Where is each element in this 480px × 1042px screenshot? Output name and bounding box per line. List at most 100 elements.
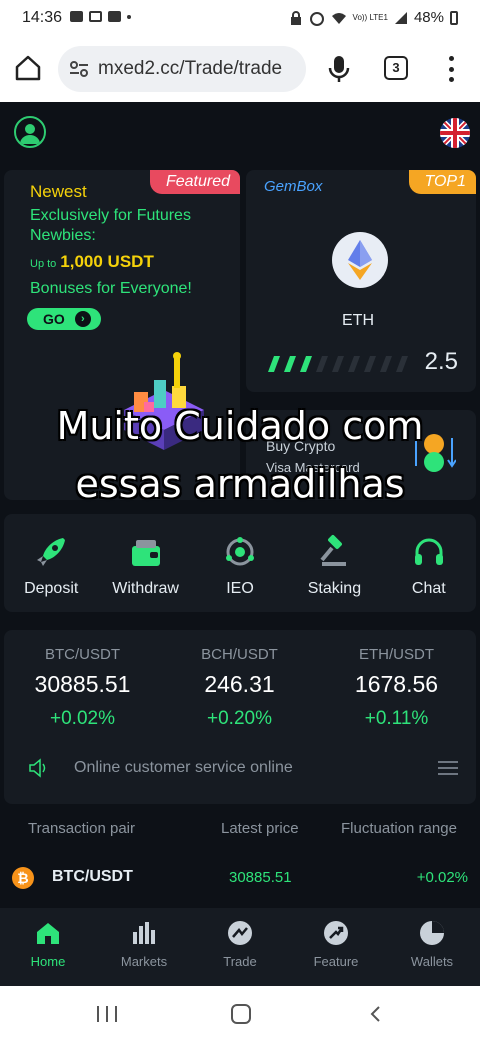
action-withdraw[interactable]: Withdraw [98,514,192,612]
col-transaction-pair: Transaction pair [28,820,135,837]
promo-newest: Newest [30,182,87,201]
featured-badge: Featured [149,170,240,194]
col-fluctuation-range: Fluctuation range [341,820,457,837]
promo-bonuses: Bonuses for Everyone! [30,280,192,297]
markets-icon [133,922,155,944]
hammer-icon [320,535,347,566]
system-icons: Vo)) LTE1 48% [289,9,458,26]
exchange-app: Featured Newest Exclusively for Futures … [0,102,480,986]
tab-wallets[interactable]: Wallets [384,908,480,986]
scan-icon [89,11,102,22]
ticker-change: +0.20% [207,708,272,729]
user-avatar-icon[interactable] [14,116,46,148]
tab-label: Wallets [410,954,454,969]
youtube-icon [70,11,83,22]
home-icon [37,923,59,944]
ticker-change: +0.11% [364,708,429,729]
alarm-icon [309,11,324,26]
promo-amount: 1,000 USDT [60,252,154,271]
feature-icon [324,921,348,945]
recent-apps-icon[interactable] [97,1006,117,1022]
tab-home[interactable]: Home [0,908,96,986]
gembox-progress-bar [268,356,408,372]
bottom-tab-bar: Home Markets Trade Feature Wallets [0,908,480,986]
browser-menu-button[interactable] [444,56,458,82]
more-notifications-icon [127,14,131,19]
gembox-coin: ETH [342,312,374,329]
url-text[interactable]: mxed2.cc/Trade/trade [98,58,282,80]
ticker-pair: BTC/USDT [45,646,120,663]
gembox-card[interactable]: GemBox TOP1 ETH 2.5 [246,170,476,392]
quick-actions: Deposit Withdraw IEO Staking Chat [4,514,476,612]
ticker-panel: BTC/USDT 30885.51 +0.02% BCH/USDT 246.31… [4,630,476,804]
wifi-icon [331,12,346,24]
trade-icon [228,921,252,945]
network-label: Vo)) LTE1 [352,12,388,22]
wallet-icon [131,540,160,566]
microphone-icon[interactable] [326,54,352,84]
ticker-pair: ETH/USDT [359,646,434,663]
promo-amount-line: Up to 1,000 USDT [30,252,154,272]
home-button-icon[interactable] [231,1004,251,1024]
action-label: Chat [411,580,446,597]
action-ieo[interactable]: IEO [193,514,287,612]
ticker-change: +0.02% [50,708,115,729]
action-staking[interactable]: Staking [287,514,381,612]
action-label: Deposit [24,580,79,597]
row-change: +0.02% [416,869,468,886]
arrow-right-icon: › [74,311,91,327]
service-notice[interactable]: Online customer service online [28,756,458,780]
service-notice-text: Online customer service online [74,759,293,776]
ticker-price: 246.31 [204,671,275,697]
browser-home-icon[interactable] [14,54,42,82]
row-pair: BTC/USDT [52,868,133,885]
headset-icon [414,538,443,565]
ticker-price: 30885.51 [34,671,131,697]
language-flag-icon[interactable] [440,118,470,148]
battery-percent: 48% [413,9,444,26]
status-bar: 14:36 Vo)) LTE1 48% [0,0,480,36]
tab-label: Home [30,954,66,969]
address-bar[interactable]: mxed2.cc/Trade/trade [58,46,306,92]
overlay-caption-line2: essas armadilhas [75,462,405,506]
eth-coin-icon [332,232,388,288]
tab-label: Feature [313,954,359,969]
row-price: 30885.51 [229,869,292,886]
folder-icon [108,11,121,22]
ticker-eth[interactable]: ETH/USDT 1678.56 +0.11% [318,630,475,730]
ticker-btc[interactable]: BTC/USDT 30885.51 +0.02% [4,630,161,730]
bitcoin-icon: ₿ [12,867,34,889]
tab-switcher-button[interactable]: 3 [384,56,408,80]
promo-up-to: Up to [30,258,57,270]
go-label: GO [43,311,65,327]
tab-feature[interactable]: Feature [288,908,384,986]
tab-markets[interactable]: Markets [96,908,192,986]
promo-exclusive: Exclusively for Futures Newbies: [30,207,191,244]
back-icon[interactable] [366,1004,386,1024]
tab-trade[interactable]: Trade [192,908,288,986]
browser-toolbar: mxed2.cc/Trade/trade 3 [0,36,480,102]
col-latest-price: Latest price [221,820,299,837]
speaker-icon [29,758,46,778]
go-button[interactable]: GO › [27,308,101,330]
market-table-header: Transaction pair Latest price Fluctuatio… [0,820,480,840]
action-label: Withdraw [112,580,179,597]
list-menu-icon[interactable] [438,761,458,775]
site-settings-icon[interactable] [68,58,90,80]
action-label: Staking [307,580,362,597]
rocket-icon [37,538,66,566]
gembox-value: 2.5 [424,348,458,375]
table-row[interactable]: ₿ BTC/USDT 30885.51 +0.02% [0,866,480,890]
action-chat[interactable]: Chat [382,514,476,612]
action-deposit[interactable]: Deposit [4,514,98,612]
wallets-icon [420,921,444,945]
ticker-pair: BCH/USDT [201,646,278,663]
top1-badge: TOP1 [408,170,476,194]
action-label: IEO [226,580,254,597]
gembox-title: GemBox [264,178,323,195]
lock-icon [290,10,301,25]
ticker-price: 1678.56 [354,671,439,697]
futures-promo-card[interactable]: Featured Newest Exclusively for Futures … [4,170,240,500]
ticker-bch[interactable]: BCH/USDT 246.31 +0.20% [161,630,318,730]
signal-icon [394,11,407,24]
